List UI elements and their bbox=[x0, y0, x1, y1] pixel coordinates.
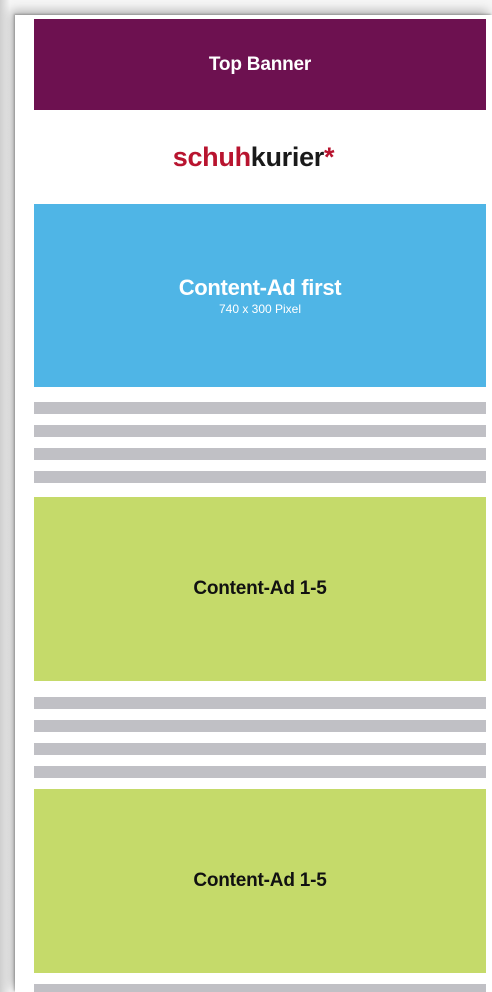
content-ad-1[interactable]: Content-Ad 1-5 bbox=[34, 497, 486, 681]
text-line-placeholder bbox=[34, 984, 486, 992]
layout-canvas: Top Banner schuhkurier* Content-Ad first… bbox=[0, 0, 492, 992]
top-banner-label: Top Banner bbox=[208, 53, 312, 75]
text-line-placeholder bbox=[34, 471, 486, 483]
logo-part-kurier: kurier bbox=[250, 142, 325, 172]
text-line-placeholder bbox=[34, 402, 486, 414]
content-ad-first-size: 740 x 300 Pixel bbox=[218, 301, 302, 316]
logo-asterisk: * bbox=[324, 142, 335, 172]
text-line-placeholder bbox=[34, 697, 486, 709]
content-ad-first-title: Content-Ad first bbox=[178, 274, 342, 300]
text-line-placeholder bbox=[34, 766, 486, 778]
logo-part-schuh: schuh bbox=[172, 142, 251, 172]
content-ad-2[interactable]: Content-Ad 1-5 bbox=[34, 789, 486, 973]
content-ad-title: Content-Ad 1-5 bbox=[193, 578, 327, 599]
text-line-placeholder bbox=[34, 448, 486, 460]
text-line-placeholder bbox=[34, 743, 486, 755]
text-line-placeholder bbox=[34, 720, 486, 732]
text-line-placeholder bbox=[34, 425, 486, 437]
top-banner[interactable]: Top Banner bbox=[34, 19, 486, 110]
content-ad-title: Content-Ad 1-5 bbox=[193, 870, 327, 891]
site-logo[interactable]: schuhkurier* bbox=[15, 140, 492, 174]
content-ad-first[interactable]: Content-Ad first 740 x 300 Pixel bbox=[34, 204, 486, 387]
page-frame: Top Banner schuhkurier* Content-Ad first… bbox=[15, 15, 492, 992]
